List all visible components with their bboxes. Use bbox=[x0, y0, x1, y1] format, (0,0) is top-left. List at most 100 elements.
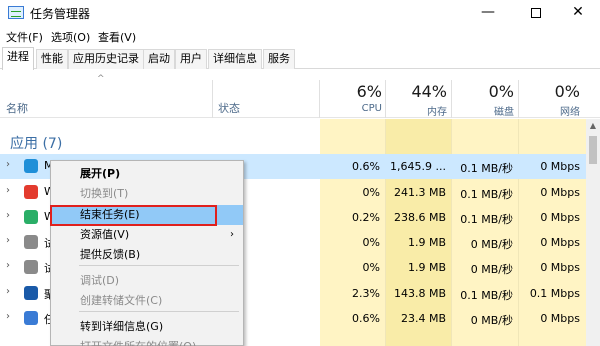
cpu-label: CPU bbox=[361, 103, 382, 114]
cpu-cell: 0% bbox=[362, 261, 380, 274]
column-disk[interactable]: 0% 磁盘 bbox=[458, 82, 514, 118]
disk-total: 0% bbox=[488, 82, 514, 101]
chevron-right-icon[interactable]: › bbox=[6, 260, 10, 271]
disk-cell: 0.1 MB/秒 bbox=[460, 188, 513, 201]
document-icon bbox=[24, 260, 38, 274]
menu-feedback[interactable]: 提供反馈(B) bbox=[51, 245, 243, 265]
wechat-icon bbox=[24, 210, 38, 224]
memory-cell: 1,645.9 ... bbox=[390, 160, 446, 173]
submenu-arrow-icon: › bbox=[230, 229, 234, 240]
menu-bar: 文件(F) 选项(O) 查看(V) bbox=[0, 27, 600, 45]
disk-label: 磁盘 bbox=[494, 107, 514, 118]
menu-resource-values[interactable]: 资源值(V) › bbox=[51, 225, 243, 245]
menu-file[interactable]: 文件(F) bbox=[6, 29, 43, 45]
memory-cell: 143.8 MB bbox=[393, 287, 446, 300]
menu-options[interactable]: 选项(O) bbox=[51, 29, 90, 45]
disk-cell: 0.1 MB/秒 bbox=[460, 213, 513, 226]
tab-app-history[interactable]: 应用历史记录 bbox=[68, 49, 144, 69]
memory-label: 内存 bbox=[427, 107, 447, 118]
tab-startup[interactable]: 启动 bbox=[143, 49, 175, 69]
menu-debug[interactable]: 调试(D) bbox=[51, 271, 243, 291]
chevron-right-icon[interactable]: › bbox=[6, 210, 10, 221]
disk-cell: 0 MB/秒 bbox=[470, 238, 513, 251]
network-cell: 0 Mbps bbox=[540, 236, 580, 249]
network-label: 网络 bbox=[560, 107, 580, 118]
window-title: 任务管理器 bbox=[30, 7, 91, 21]
column-memory[interactable]: 44% 内存 bbox=[392, 82, 447, 118]
network-total: 0% bbox=[554, 82, 580, 101]
cpu-cell: 0.2% bbox=[352, 211, 380, 224]
menu-create-dump[interactable]: 创建转储文件(C) bbox=[51, 291, 243, 311]
disk-cell: 0.1 MB/秒 bbox=[460, 162, 513, 175]
tab-details[interactable]: 详细信息 bbox=[208, 49, 262, 69]
task-manager-icon bbox=[8, 6, 24, 19]
network-cell: 0 Mbps bbox=[540, 211, 580, 224]
document-icon bbox=[24, 235, 38, 249]
chevron-right-icon[interactable]: › bbox=[6, 159, 10, 170]
chevron-right-icon[interactable]: › bbox=[6, 286, 10, 297]
column-status[interactable]: 状态 bbox=[218, 100, 240, 116]
menu-open-file-location[interactable]: 打开文件所在的位置(O) bbox=[51, 337, 243, 346]
cpu-total: 6% bbox=[356, 82, 382, 101]
column-divider[interactable] bbox=[451, 80, 452, 118]
menu-switch-to[interactable]: 切换到(T) bbox=[51, 184, 243, 204]
menu-item-label: 打开文件所在的位置(O) bbox=[80, 340, 196, 346]
column-divider[interactable] bbox=[212, 80, 213, 118]
column-divider[interactable] bbox=[319, 80, 320, 118]
annotation-highlight-box bbox=[50, 205, 217, 226]
cpu-cell: 0.6% bbox=[352, 312, 380, 325]
network-cell: 0 Mbps bbox=[540, 160, 580, 173]
column-divider[interactable] bbox=[385, 80, 386, 118]
edge-icon bbox=[24, 159, 38, 173]
cpu-cell: 2.3% bbox=[352, 287, 380, 300]
vertical-scrollbar[interactable]: ▲ bbox=[586, 119, 600, 346]
app-icon bbox=[24, 286, 38, 300]
scroll-thumb[interactable] bbox=[589, 136, 597, 164]
disk-cell: 0 MB/秒 bbox=[470, 314, 513, 327]
column-divider[interactable] bbox=[518, 80, 519, 118]
network-cell: 0 Mbps bbox=[540, 261, 580, 274]
chevron-right-icon[interactable]: › bbox=[6, 185, 10, 196]
tab-performance[interactable]: 性能 bbox=[36, 49, 68, 69]
menu-item-label: 调试(D) bbox=[80, 274, 120, 287]
menu-view[interactable]: 查看(V) bbox=[98, 29, 136, 45]
scroll-up-icon[interactable]: ▲ bbox=[586, 119, 600, 133]
menu-go-to-details[interactable]: 转到详细信息(G) bbox=[51, 317, 243, 337]
memory-cell: 23.4 MB bbox=[400, 312, 446, 325]
column-name[interactable]: 名称 bbox=[6, 100, 28, 116]
memory-total: 44% bbox=[411, 82, 447, 101]
memory-cell: 1.9 MB bbox=[407, 236, 446, 249]
close-button[interactable]: ✕ bbox=[556, 0, 600, 26]
title-bar: 任务管理器 — ✕ bbox=[0, 0, 600, 26]
maximize-button[interactable] bbox=[514, 0, 558, 26]
menu-item-label: 转到详细信息(G) bbox=[80, 320, 164, 333]
column-network[interactable]: 0% 网络 bbox=[524, 82, 580, 118]
menu-expand[interactable]: 展开(P) bbox=[51, 164, 243, 184]
cpu-cell: 0% bbox=[362, 236, 380, 249]
memory-cell: 238.6 MB bbox=[393, 211, 446, 224]
menu-item-label: 切换到(T) bbox=[80, 187, 129, 200]
tab-processes[interactable]: 进程 bbox=[2, 47, 34, 70]
menu-item-label: 提供反馈(B) bbox=[80, 248, 141, 261]
tab-bar: 进程 性能 应用历史记录 启动 用户 详细信息 服务 bbox=[0, 46, 600, 70]
sort-arrow-icon[interactable]: ^ bbox=[97, 74, 105, 84]
tab-users[interactable]: 用户 bbox=[175, 49, 207, 69]
wps-icon bbox=[24, 185, 38, 199]
cpu-cell: 0% bbox=[362, 186, 380, 199]
column-header: ^ 名称 状态 6% CPU 44% 内存 0% 磁盘 0% 网络 bbox=[0, 70, 600, 118]
disk-cell: 0 MB/秒 bbox=[470, 263, 513, 276]
network-cell: 0 Mbps bbox=[540, 312, 580, 325]
minimize-button[interactable]: — bbox=[466, 0, 510, 26]
menu-item-label: 资源值(V) bbox=[80, 228, 130, 241]
chevron-right-icon[interactable]: › bbox=[6, 311, 10, 322]
taskmgr-icon bbox=[24, 311, 38, 325]
chevron-right-icon[interactable]: › bbox=[6, 235, 10, 246]
tab-services[interactable]: 服务 bbox=[263, 49, 295, 69]
maximize-icon bbox=[531, 8, 541, 18]
menu-item-label: 展开(P) bbox=[80, 167, 121, 180]
group-apps[interactable]: 应用 (7) bbox=[10, 133, 62, 153]
memory-cell: 1.9 MB bbox=[407, 261, 446, 274]
network-cell: 0 Mbps bbox=[540, 186, 580, 199]
memory-cell: 241.3 MB bbox=[393, 186, 446, 199]
column-cpu[interactable]: 6% CPU bbox=[330, 82, 382, 114]
